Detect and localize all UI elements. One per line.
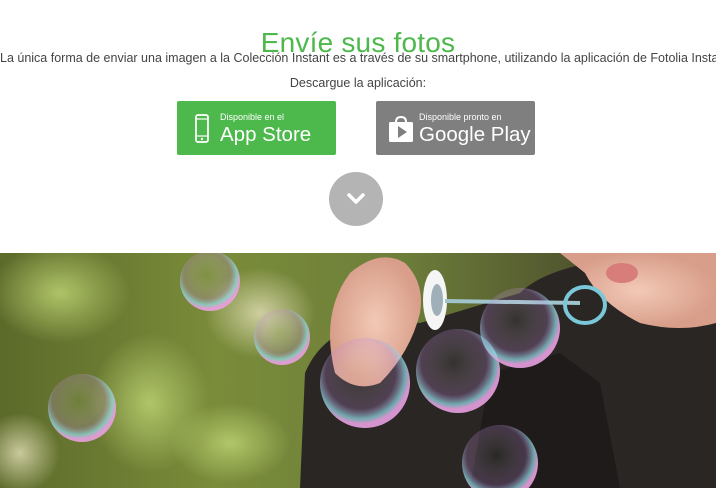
- hero-image: [0, 253, 716, 488]
- intro-description: La única forma de enviar una imagen a la…: [0, 51, 716, 65]
- google-play-label: Google Play: [419, 123, 531, 146]
- download-label: Descargue la aplicación:: [289, 76, 427, 90]
- app-store-button[interactable]: Disponible en el App Store: [177, 101, 336, 155]
- google-play-small-label: Disponible pronto en: [419, 112, 502, 122]
- chevron-down-icon: [347, 193, 365, 204]
- play-store-icon: [389, 115, 413, 142]
- scroll-down-button[interactable]: [329, 172, 383, 226]
- app-store-label: App Store: [220, 123, 312, 146]
- google-play-button[interactable]: Disponible pronto en Google Play: [376, 101, 535, 155]
- app-store-small-label: Disponible en el: [220, 112, 285, 122]
- phone-icon: [195, 114, 209, 143]
